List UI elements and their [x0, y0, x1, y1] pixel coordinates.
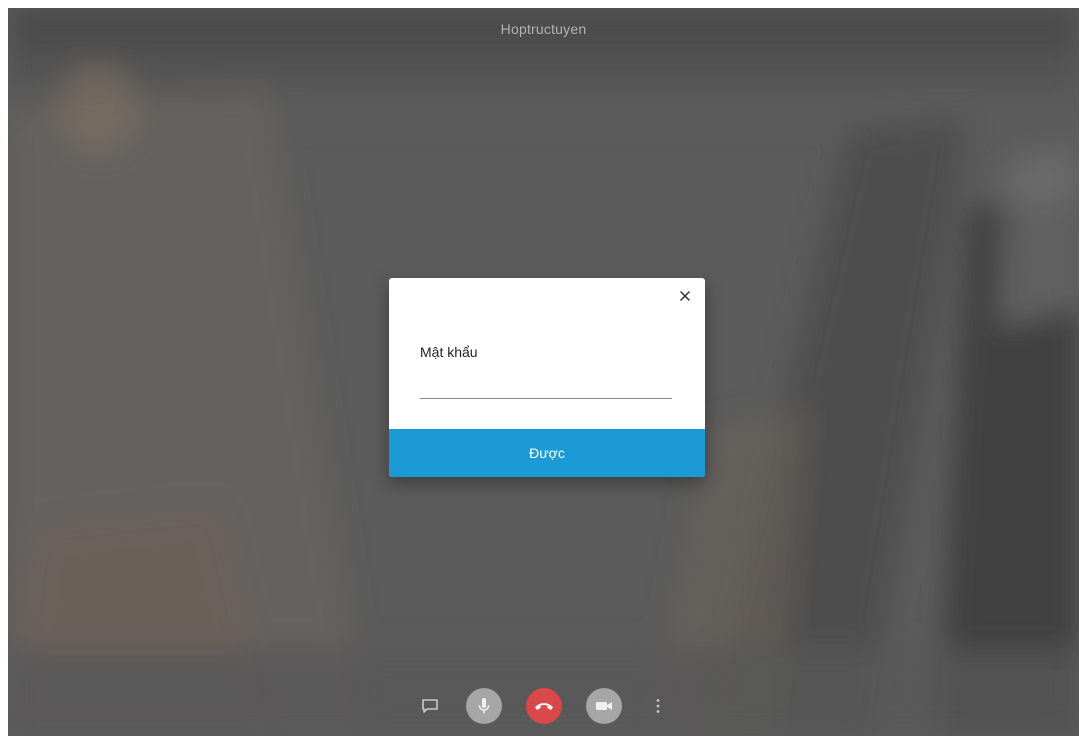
chat-icon: [421, 699, 438, 713]
camera-button[interactable]: [585, 688, 622, 724]
microphone-button[interactable]: [465, 688, 502, 724]
meeting-title: Hoptructuyen: [500, 21, 587, 37]
video-stage: Hoptructuyen Mật khẩu Được: [8, 8, 1079, 736]
close-icon: [680, 291, 690, 301]
microphone-icon: [478, 698, 489, 714]
password-dialog: Mật khẩu Được: [389, 278, 705, 477]
password-label: Mật khẩu: [420, 344, 478, 360]
camera-icon: [595, 702, 612, 710]
call-toolbar: [8, 676, 1079, 736]
chat-button[interactable]: [418, 694, 442, 718]
more-button[interactable]: [646, 694, 670, 718]
close-button[interactable]: [675, 286, 695, 306]
hangup-icon: [534, 703, 553, 710]
more-vertical-icon: [656, 699, 659, 713]
password-input[interactable]: [420, 376, 672, 399]
hangup-button[interactable]: [525, 688, 562, 724]
submit-button[interactable]: Được: [389, 429, 705, 477]
